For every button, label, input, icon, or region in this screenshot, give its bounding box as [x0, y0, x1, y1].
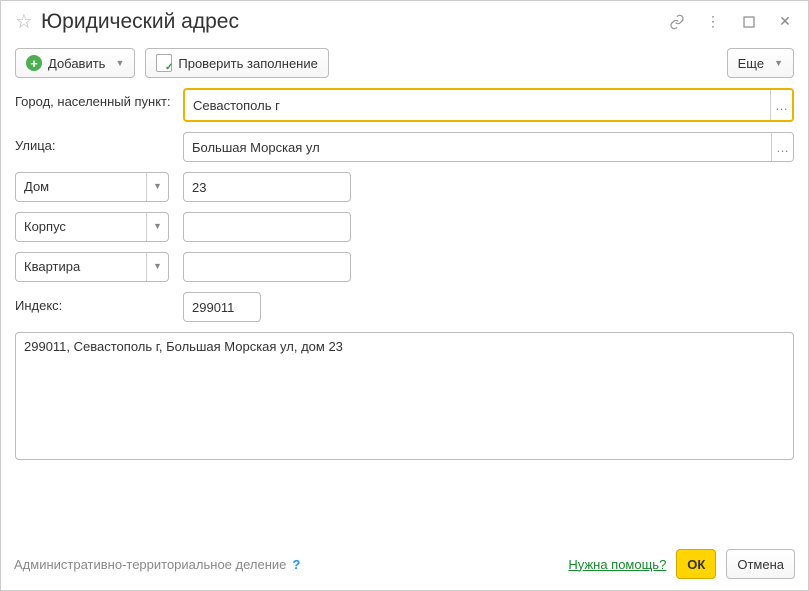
index-input-wrap [183, 292, 261, 322]
chevron-down-icon: ▼ [774, 58, 783, 68]
city-input-wrap: … [183, 88, 794, 122]
kebab-menu-icon[interactable]: ⋮ [704, 13, 722, 31]
full-address-value: 299011, Севастополь г, Большая Морская у… [24, 339, 343, 354]
house-type-value: Дом [16, 173, 146, 201]
admin-division-link[interactable]: Административно-территориальное деление … [14, 557, 300, 572]
need-help-link[interactable]: Нужна помощь? [568, 557, 666, 572]
check-fill-button[interactable]: Проверить заполнение [145, 48, 328, 78]
check-fill-label: Проверить заполнение [178, 56, 317, 71]
korpus-type-value: Корпус [16, 213, 146, 241]
chevron-down-icon: ▼ [146, 213, 168, 241]
city-label: Город, населенный пункт: [15, 88, 183, 110]
more-button[interactable]: Еще ▼ [727, 48, 794, 78]
flat-type-select[interactable]: Квартира ▼ [15, 252, 169, 282]
flat-input[interactable] [184, 253, 351, 281]
admin-division-label: Административно-территориальное деление [14, 557, 286, 572]
flat-type-value: Квартира [16, 253, 146, 281]
link-icon[interactable] [668, 13, 686, 31]
street-input[interactable] [184, 133, 771, 161]
house-input-wrap: … [183, 172, 351, 202]
street-input-wrap: … [183, 132, 794, 162]
city-input[interactable] [185, 90, 770, 120]
more-button-label: Еще [738, 56, 764, 71]
title-actions: ⋮ ✕ [668, 13, 794, 31]
toolbar: + Добавить ▼ Проверить заполнение Еще ▼ [1, 44, 808, 88]
chevron-down-icon: ▼ [146, 173, 168, 201]
form-area: Город, населенный пункт: … Улица: … Дом … [1, 88, 808, 460]
document-check-icon [156, 54, 172, 72]
maximize-icon[interactable] [740, 13, 758, 31]
house-type-select[interactable]: Дом ▼ [15, 172, 169, 202]
help-icon[interactable]: ? [292, 557, 300, 572]
ok-button[interactable]: ОК [676, 549, 716, 579]
city-lookup-button[interactable]: … [770, 90, 792, 120]
index-input[interactable] [184, 293, 261, 321]
street-label: Улица: [15, 132, 183, 154]
favorite-star-icon[interactable]: ☆ [15, 9, 33, 34]
chevron-down-icon: ▼ [115, 58, 124, 68]
full-address-textarea[interactable]: 299011, Севастополь г, Большая Морская у… [15, 332, 794, 460]
close-icon[interactable]: ✕ [776, 13, 794, 31]
street-lookup-button[interactable]: … [771, 133, 793, 161]
plus-icon: + [26, 55, 42, 71]
titlebar: ☆ Юридический адрес ⋮ ✕ [1, 1, 808, 44]
index-label: Индекс: [15, 292, 183, 314]
cancel-button[interactable]: Отмена [726, 549, 795, 579]
ok-button-label: ОК [687, 557, 705, 572]
korpus-type-select[interactable]: Корпус ▼ [15, 212, 169, 242]
footer: Административно-территориальное деление … [0, 537, 809, 591]
chevron-down-icon: ▼ [146, 253, 168, 281]
korpus-input[interactable] [184, 213, 351, 241]
cancel-button-label: Отмена [737, 557, 784, 572]
korpus-input-wrap [183, 212, 351, 242]
house-input[interactable] [184, 173, 351, 201]
add-button[interactable]: + Добавить ▼ [15, 48, 135, 78]
window-title: Юридический адрес [41, 10, 668, 34]
add-button-label: Добавить [48, 56, 105, 71]
flat-input-wrap [183, 252, 351, 282]
